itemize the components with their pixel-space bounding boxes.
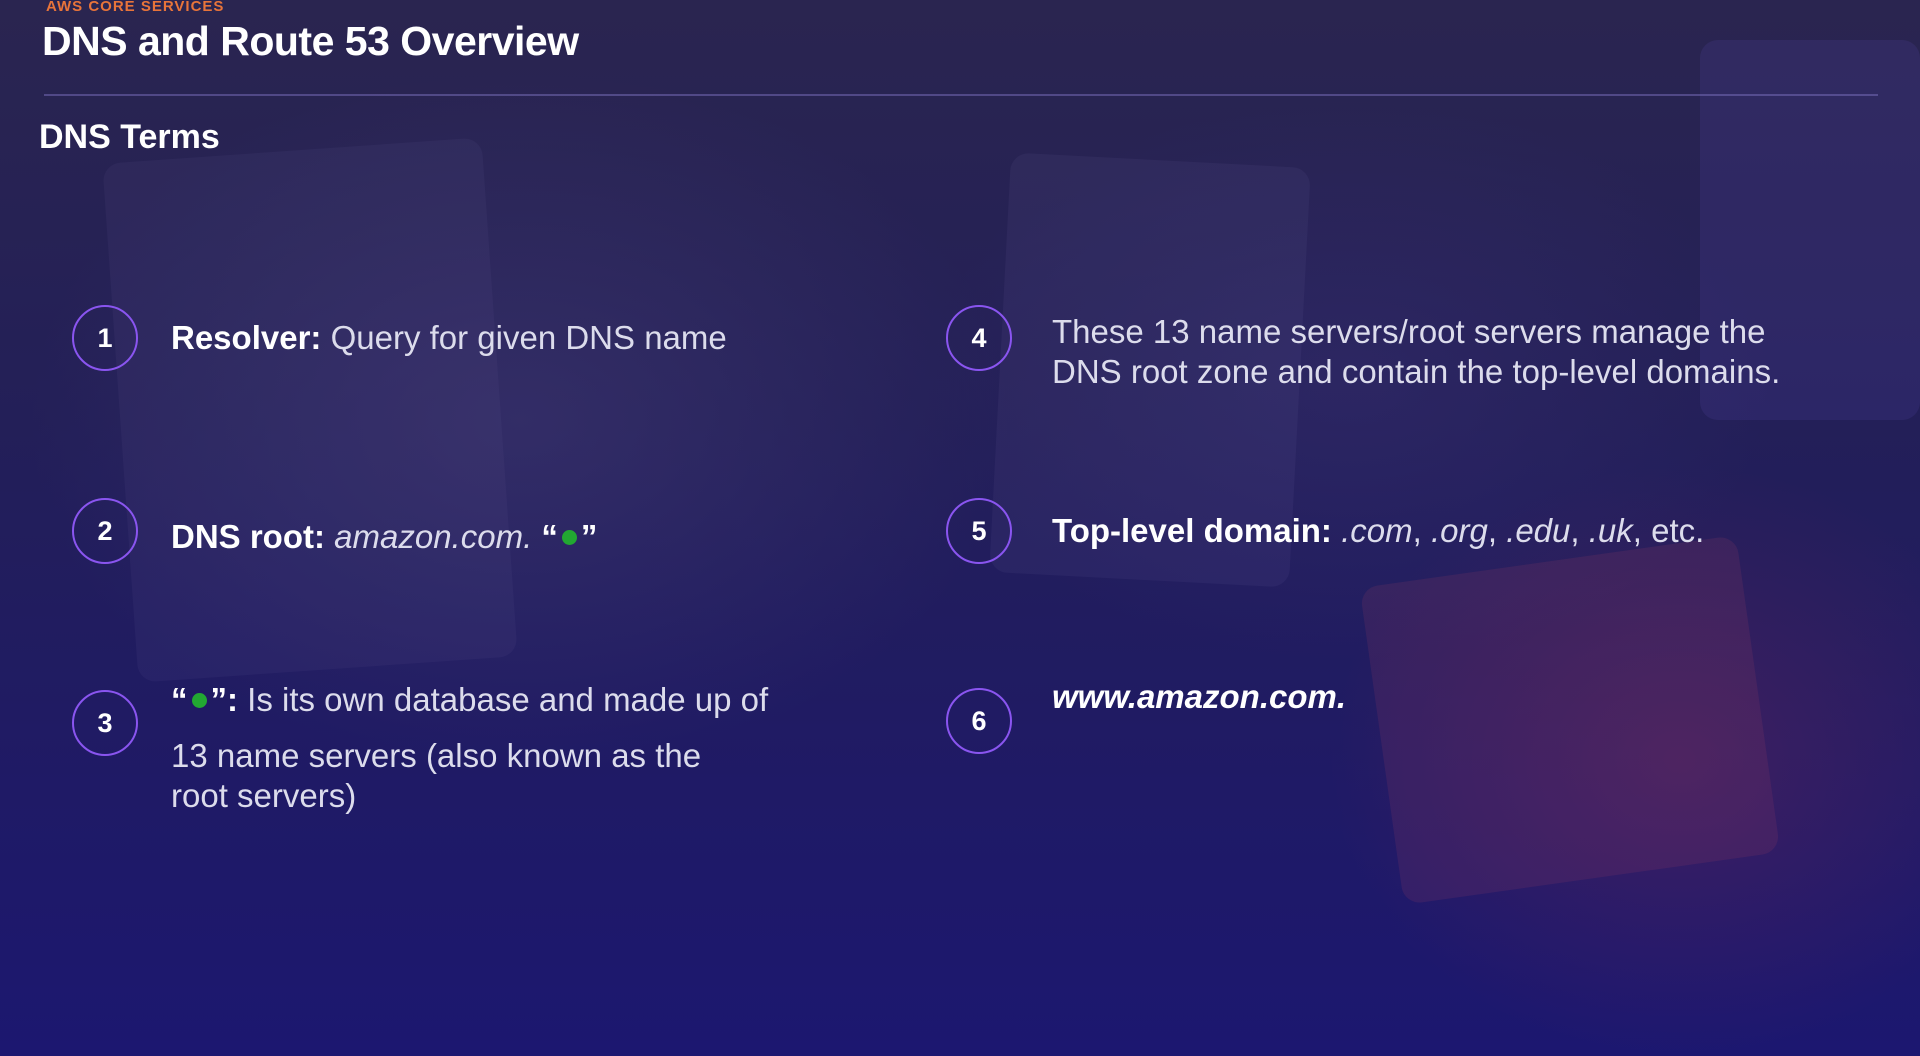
number-badge: 6 xyxy=(946,688,1012,754)
tld-item: .org xyxy=(1430,512,1488,549)
background-blur-shape xyxy=(102,137,518,683)
term-text: Resolver: Query for given DNS name xyxy=(171,318,871,358)
term-label: Top-level domain: xyxy=(1052,512,1332,549)
term-example: amazon.com. xyxy=(334,518,533,555)
tld-separator: , xyxy=(1570,512,1580,549)
number-badge: 3 xyxy=(72,690,138,756)
background-blur-shape xyxy=(1359,535,1781,905)
tld-item: .uk xyxy=(1588,512,1633,549)
term-text: “ ”: Is its own database and made up of 1… xyxy=(171,680,871,816)
section-label: AWS CORE SERVICES xyxy=(46,0,225,15)
number-badge: 4 xyxy=(946,305,1012,371)
tld-item: .com xyxy=(1341,512,1413,549)
number-badge: 5 xyxy=(946,498,1012,564)
term-example: www.amazon.com. xyxy=(1052,678,1347,715)
tld-separator: , xyxy=(1632,512,1642,549)
number-badge: 1 xyxy=(72,305,138,371)
green-dot-icon xyxy=(191,692,207,708)
open-quote: “ xyxy=(171,681,188,718)
term-line-1: “ ”: Is its own database and made up of xyxy=(171,680,871,720)
tld-separator: , xyxy=(1487,512,1497,549)
tld-item: .edu xyxy=(1506,512,1571,549)
open-quote: “ xyxy=(541,518,558,555)
term-description: Is its own database and made up of xyxy=(247,681,769,718)
term-text: Top-level domain: .com, .org, .edu, .uk,… xyxy=(1052,511,1852,551)
term-label: Resolver: xyxy=(171,319,322,356)
tld-separator: , xyxy=(1412,512,1422,549)
tld-suffix: etc. xyxy=(1651,512,1705,549)
number-badge: 2 xyxy=(72,498,138,564)
term-description-cont: 13 name servers (also known as the root … xyxy=(171,737,702,814)
green-dot-icon xyxy=(561,529,577,545)
term-label: DNS root: xyxy=(171,518,325,555)
section-heading: DNS Terms xyxy=(39,118,220,156)
title-divider xyxy=(44,94,1878,96)
page-title: DNS and Route 53 Overview xyxy=(42,18,579,64)
close-quote: ” xyxy=(580,518,598,555)
term-text: DNS root: amazon.com. “ ” xyxy=(171,517,871,557)
term-description: These 13 name servers/root servers manag… xyxy=(1052,313,1781,390)
term-description: Query for given DNS name xyxy=(330,319,727,356)
close-quote: ”: xyxy=(210,681,239,718)
